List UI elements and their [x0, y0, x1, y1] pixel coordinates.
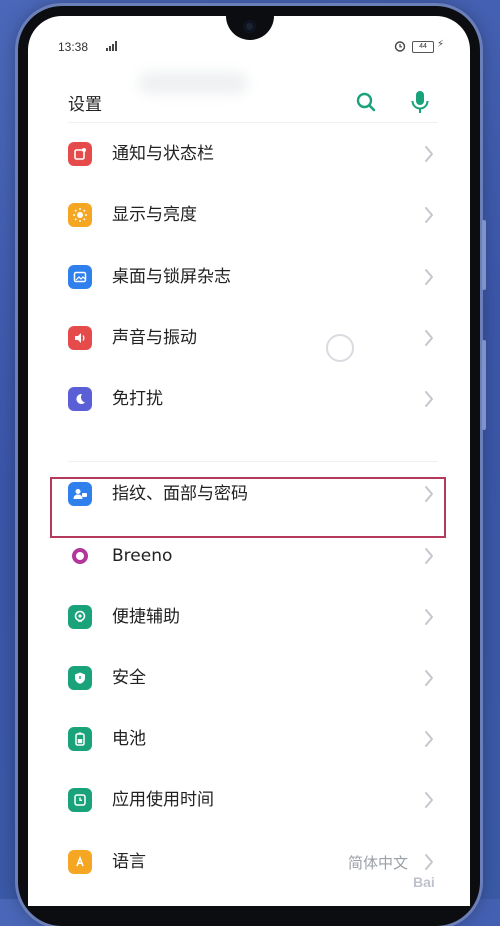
battery-icon [68, 727, 92, 751]
settings-item[interactable]: 显示与亮度 [28, 184, 470, 244]
settings-item-label: 便捷辅助 [112, 607, 180, 627]
language-icon [68, 850, 92, 874]
sound-icon [68, 326, 92, 350]
highlight-box [50, 477, 446, 538]
mic-icon[interactable] [408, 89, 432, 115]
chevron-right-icon [425, 207, 433, 223]
volume-button [482, 220, 486, 290]
settings-item-label: Breeno [112, 546, 173, 566]
power-button [482, 340, 486, 430]
status-time: 13:38 [58, 40, 89, 54]
battery-indicator: 44 [412, 41, 434, 53]
settings-item-label: 免打扰 [112, 389, 163, 409]
chevron-right-icon [425, 330, 433, 346]
watermark: Bai [413, 874, 435, 890]
charge-icon: ⚡ [437, 39, 445, 50]
status-bar: 13:38 44 ⚡ [28, 16, 470, 54]
settings-item[interactable]: 应用使用时间 [28, 769, 470, 829]
settings-item-label: 语言 [112, 852, 146, 872]
settings-item-label: 电池 [112, 729, 146, 749]
chevron-right-icon [425, 146, 433, 162]
settings-item[interactable]: 通知与状态栏 [28, 123, 470, 183]
loading-indicator [326, 334, 354, 362]
blurred-region [138, 72, 248, 94]
settings-item-value: 简体中文 [347, 854, 408, 872]
settings-item[interactable]: 电池 [28, 708, 470, 768]
settings-item-label: 显示与亮度 [112, 205, 197, 225]
settings-item-label: 应用使用时间 [112, 790, 214, 810]
brightness-icon [68, 203, 92, 227]
settings-item[interactable]: 语言 简体中文 [28, 831, 470, 891]
chevron-right-icon [425, 731, 433, 747]
signal-icon [106, 41, 117, 51]
search-icon[interactable] [354, 90, 378, 114]
page-title: 设置 [68, 95, 102, 115]
chevron-right-icon [425, 670, 433, 686]
settings-item[interactable]: 安全 [28, 647, 470, 707]
chevron-right-icon [425, 609, 433, 625]
wallpaper-icon [68, 265, 92, 289]
settings-item-label: 通知与状态栏 [112, 144, 214, 164]
breeno-icon [68, 544, 92, 568]
settings-item[interactable]: 桌面与锁屏杂志 [28, 246, 470, 306]
settings-item-label: 声音与振动 [112, 328, 197, 348]
settings-item-label: 桌面与锁屏杂志 [112, 267, 231, 287]
moon-icon [68, 387, 92, 411]
settings-item[interactable]: 声音与振动 [28, 307, 470, 367]
chevron-right-icon [425, 854, 433, 870]
settings-item[interactable]: 免打扰 [28, 368, 470, 428]
chevron-right-icon [425, 548, 433, 564]
assist-icon [68, 605, 92, 629]
alarm-icon [394, 41, 406, 52]
chevron-right-icon [425, 391, 433, 407]
app-usage-icon [68, 788, 92, 812]
settings-item-label: 安全 [112, 668, 146, 688]
notification-icon [68, 142, 92, 166]
chevron-right-icon [425, 792, 433, 808]
section-divider [68, 461, 438, 462]
settings-item[interactable]: 便捷辅助 [28, 586, 470, 646]
settings-screen: 13:38 44 ⚡ 设置 通知与状态栏 显示与亮度桌面与锁屏杂志 声音与振动免打扰… [28, 16, 470, 906]
shield-icon [68, 666, 92, 690]
chevron-right-icon [425, 269, 433, 285]
